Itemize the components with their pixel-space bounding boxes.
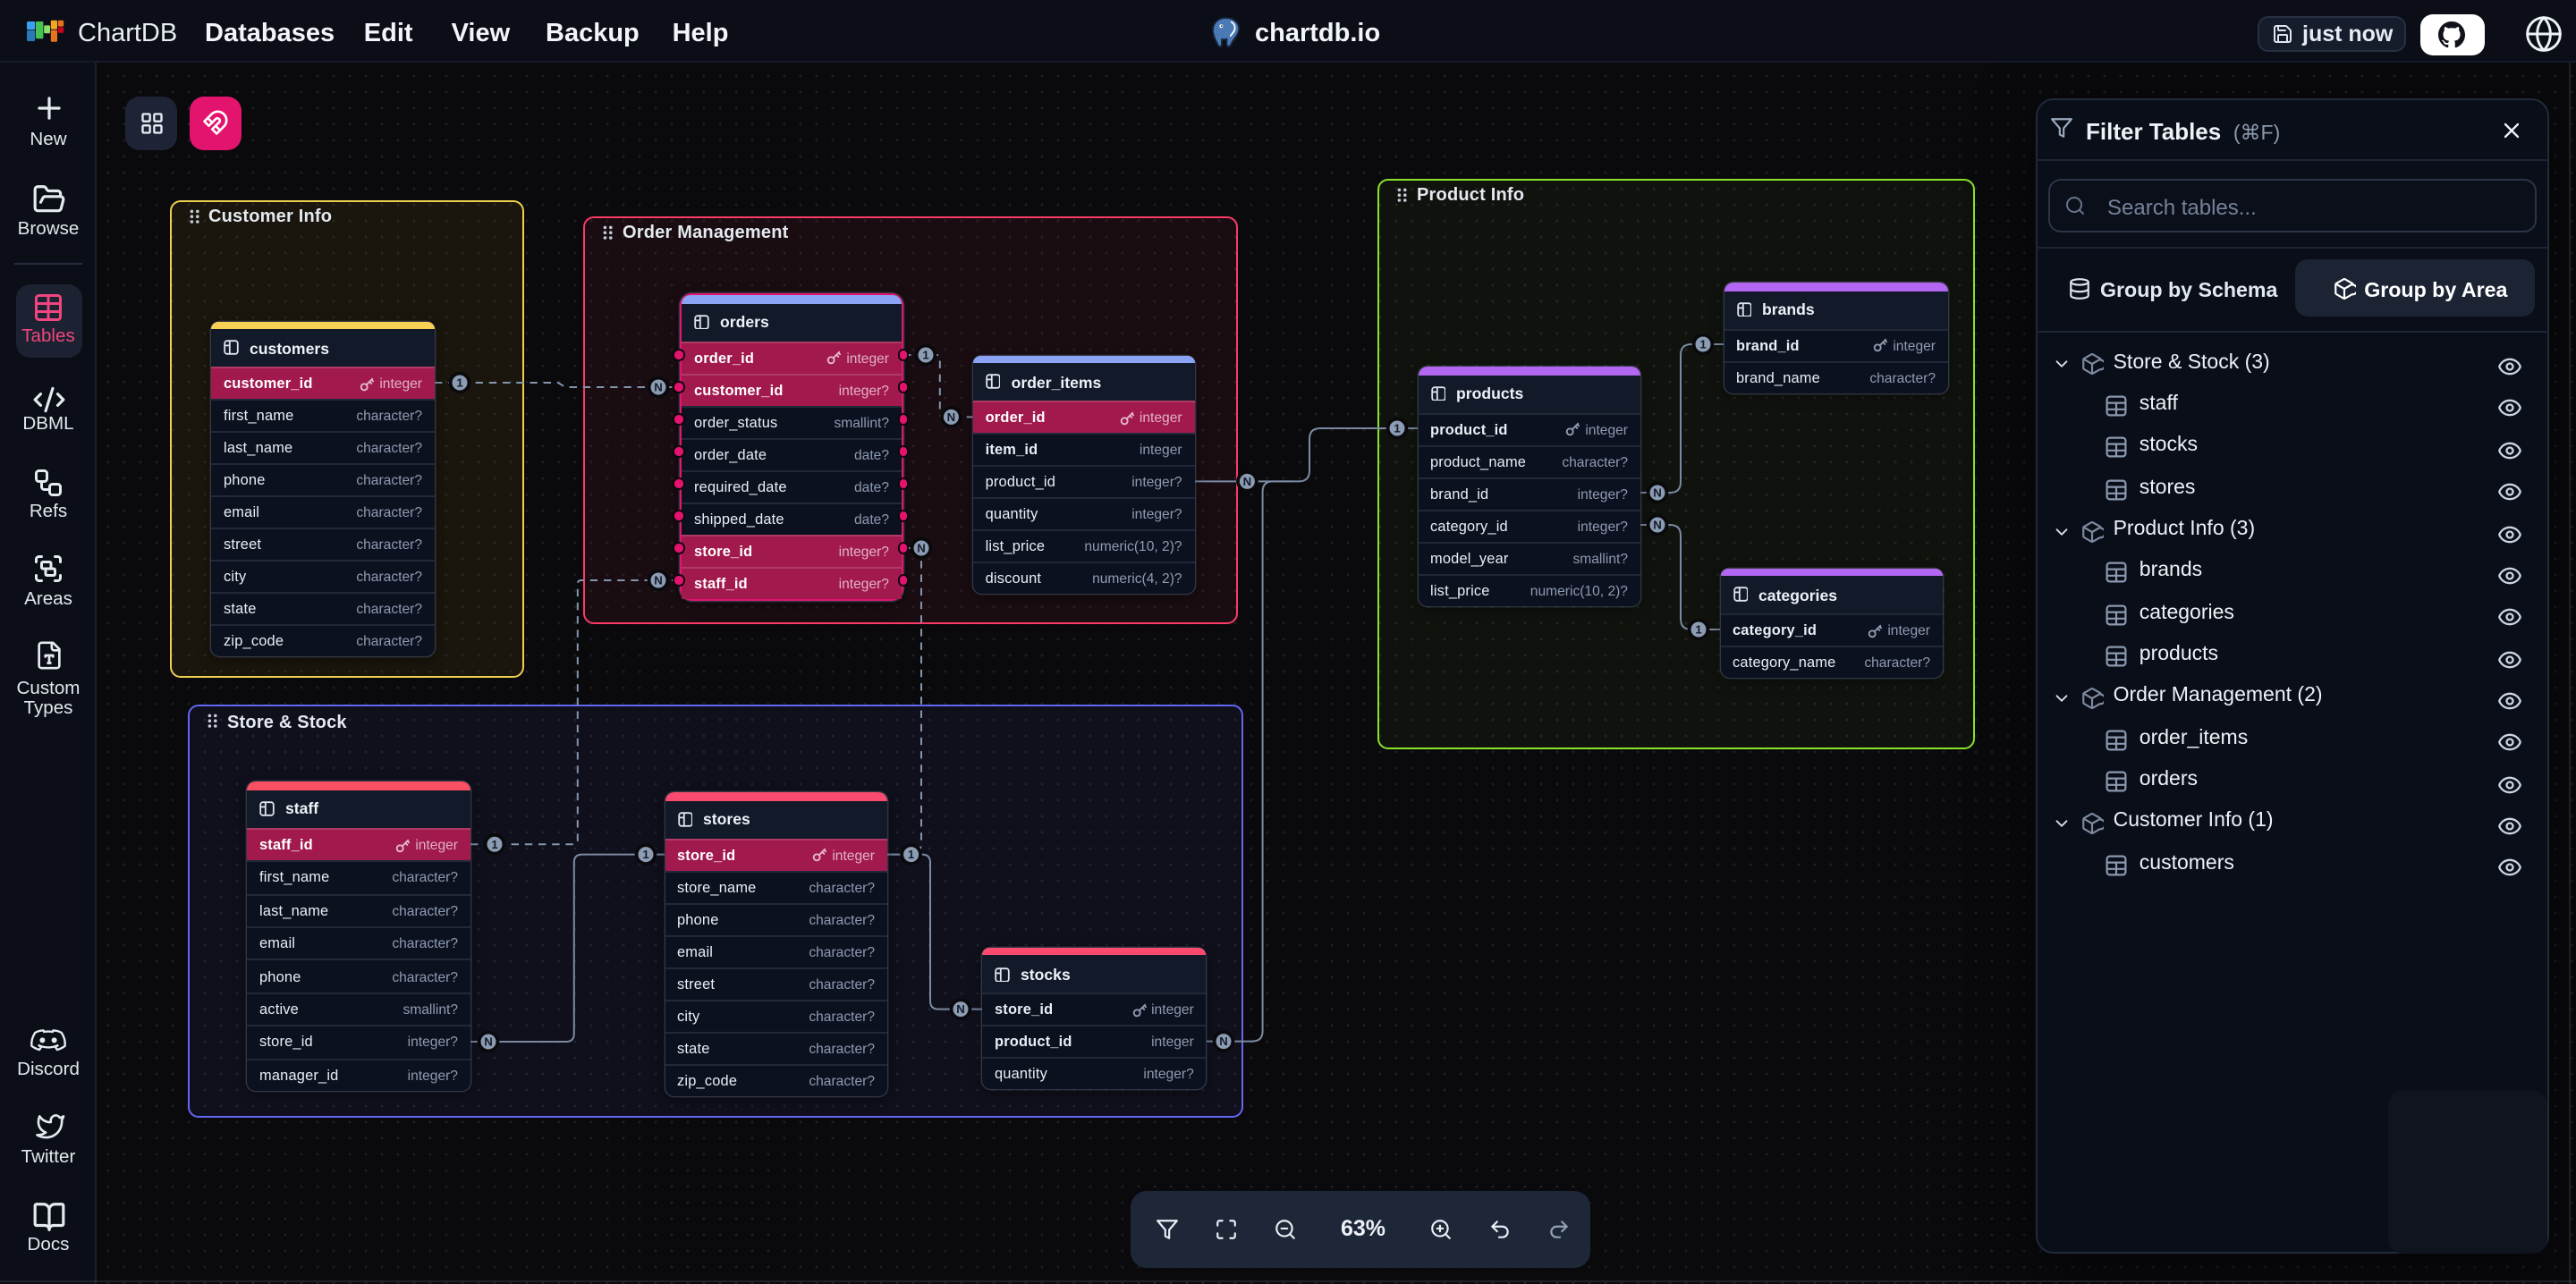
svg-text:1: 1 xyxy=(491,838,497,851)
svg-text:N: N xyxy=(917,542,926,555)
svg-text:N: N xyxy=(1219,1035,1228,1048)
svg-text:1: 1 xyxy=(456,376,462,390)
svg-text:1: 1 xyxy=(908,848,914,861)
svg-text:N: N xyxy=(1243,475,1252,488)
svg-text:N: N xyxy=(654,381,663,394)
svg-text:1: 1 xyxy=(1394,422,1400,435)
svg-text:N: N xyxy=(654,574,663,587)
svg-text:N: N xyxy=(484,1035,493,1049)
svg-text:1: 1 xyxy=(922,349,928,362)
svg-text:1: 1 xyxy=(1699,338,1706,351)
svg-text:N: N xyxy=(1653,519,1662,532)
svg-text:N: N xyxy=(1653,486,1662,500)
svg-text:N: N xyxy=(947,410,956,424)
svg-text:1: 1 xyxy=(642,848,648,861)
svg-text:N: N xyxy=(956,1002,965,1016)
svg-text:1: 1 xyxy=(1695,623,1701,637)
